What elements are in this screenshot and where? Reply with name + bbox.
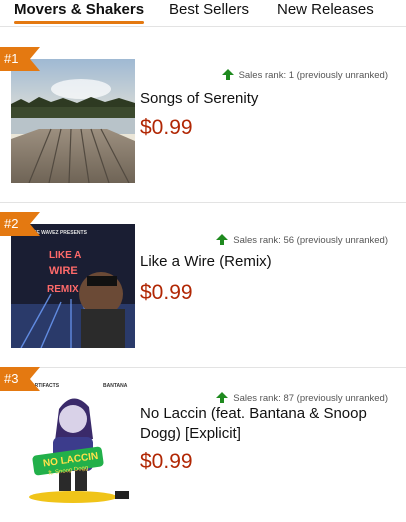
cover-text: WIRE <box>49 265 78 277</box>
cover-text: REMIX <box>47 284 79 295</box>
product-title[interactable]: No Laccin (feat. Bantana & Snoop Dogg) [… <box>140 404 390 444</box>
rank-badge: #1 <box>0 47 40 71</box>
rank-badge: #2 <box>0 212 40 236</box>
sales-rank-text: Sales rank: 1 (previously unranked) <box>238 70 388 81</box>
sales-rank-text: Sales rank: 56 (previously unranked) <box>233 235 388 246</box>
product-price: $0.99 <box>140 116 193 139</box>
sales-rank: Sales rank: 1 (previously unranked) <box>221 69 388 83</box>
rank-badge: #3 <box>0 367 40 391</box>
up-arrow-icon <box>221 69 234 83</box>
album-cover[interactable]: ARTIFACTS BANTANA NO LACCIN ft. Snoop Do… <box>11 379 135 503</box>
list-item[interactable]: ARTIFACTS BANTANA NO LACCIN ft. Snoop Do… <box>0 367 406 522</box>
list-item[interactable]: THE LIKE WAVEZ PRESENTS LIKE A WIRE REMI… <box>0 212 406 368</box>
cover-lake-dock-image <box>11 59 135 183</box>
sales-rank-text: Sales rank: 87 (previously unranked) <box>233 393 388 404</box>
cover-text: LIKE A <box>49 250 81 261</box>
product-price: $0.99 <box>140 450 193 473</box>
product-title[interactable]: Songs of Serenity <box>140 89 390 109</box>
album-cover[interactable]: THE LIKE WAVEZ PRESENTS LIKE A WIRE REMI… <box>11 224 135 348</box>
tab-new-releases[interactable]: New Releases <box>277 0 374 24</box>
cover-no-laccin-image: ARTIFACTS BANTANA NO LACCIN ft. Snoop Do… <box>11 379 135 503</box>
list-item[interactable]: #1 Sales rank: 1 (previously unranked) S… <box>0 47 406 203</box>
album-cover[interactable] <box>11 59 135 183</box>
product-price: $0.99 <box>140 281 193 304</box>
sales-rank: Sales rank: 56 (previously unranked) <box>216 234 388 248</box>
cover-text: BANTANA <box>103 383 128 389</box>
product-title[interactable]: Like a Wire (Remix) <box>140 252 390 272</box>
category-tabs: Movers & Shakers Best Sellers New Releas… <box>0 0 406 27</box>
tab-best-sellers[interactable]: Best Sellers <box>169 0 249 24</box>
cover-like-a-wire-image: THE LIKE WAVEZ PRESENTS LIKE A WIRE REMI… <box>11 224 135 348</box>
up-arrow-icon <box>216 234 229 248</box>
tab-movers-shakers[interactable]: Movers & Shakers <box>14 0 145 24</box>
